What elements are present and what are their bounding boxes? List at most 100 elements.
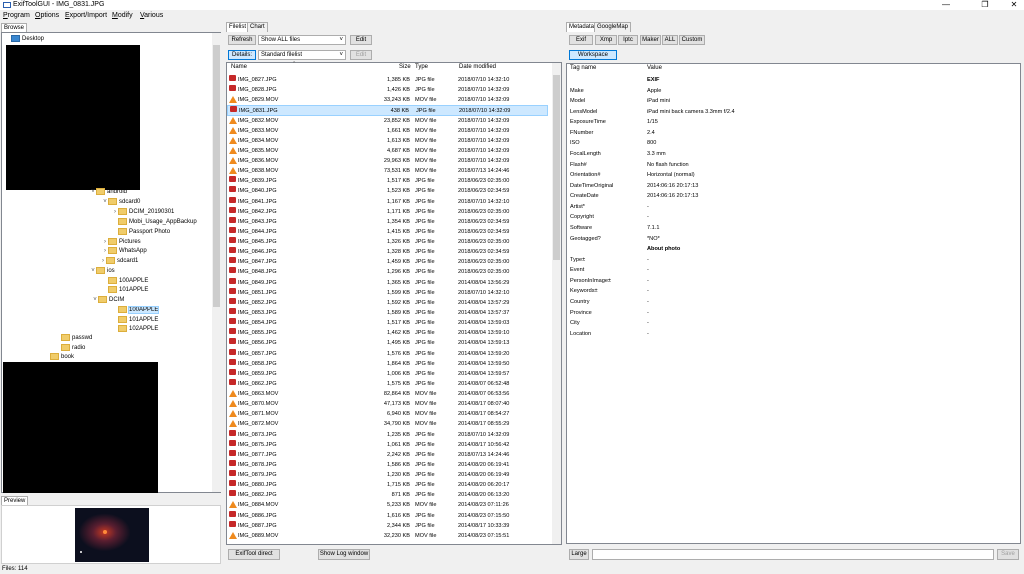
tab-filelist[interactable]: Filelist: [226, 22, 250, 32]
metadata-row[interactable]: DateTimeOriginal 2014:06:16 20:17:13: [567, 181, 949, 192]
file-row[interactable]: IMG_0863.MOV 82,864 KB MOV file 2014/08/07 …: [227, 389, 548, 399]
file-row[interactable]: IMG_0853.JPG 1,589 KB JPG file 2014/08/04 1…: [227, 307, 548, 318]
file-row[interactable]: IMG_0857.JPG 1,576 KB JPG file 2014/08/04 1…: [227, 348, 548, 359]
file-row[interactable]: IMG_0846.JPG 1,328 KB JPG file 2018/06/23 0…: [227, 247, 548, 257]
file-row[interactable]: IMG_0841.JPG 1,167 KB JPG file 2018/07/10 1…: [227, 196, 548, 207]
col-name[interactable]: Name: [231, 63, 247, 72]
file-row[interactable]: IMG_0838.MOV 73,531 KB MOV file 2018/07/13 …: [227, 166, 548, 176]
file-row[interactable]: IMG_0839.JPG 1,517 KB JPG file 2018/06/23 0…: [227, 176, 548, 186]
file-row[interactable]: IMG_0844.JPG 1,415 KB JPG file 2018/06/23 0…: [227, 226, 548, 237]
tab-googlemap[interactable]: GoogleMap: [594, 22, 632, 32]
tree-item[interactable]: book: [44, 352, 74, 362]
xmp-button[interactable]: Xmp: [595, 35, 617, 45]
filter-edit-button[interactable]: Edit: [350, 35, 372, 45]
file-row[interactable]: IMG_0848.JPG 1,296 KB JPG file 2018/06/23 0…: [227, 267, 548, 277]
file-row[interactable]: IMG_0862.JPG 1,575 KB JPG file 2014/08/07 0…: [227, 378, 548, 389]
tree-item[interactable]: Desktop: [5, 34, 44, 44]
tree-scrollbar[interactable]: [212, 33, 221, 492]
exif-button[interactable]: Exif: [569, 35, 593, 45]
file-row[interactable]: IMG_0834.MOV 1,613 KB MOV file 2018/07/10 1…: [227, 136, 548, 146]
workspace-button[interactable]: Workspace: [569, 50, 617, 60]
col-tag-name[interactable]: Tag name: [570, 64, 596, 73]
col-type[interactable]: Type: [415, 63, 428, 72]
col-date[interactable]: Date modified: [459, 63, 496, 72]
metadata-row[interactable]: ExposureTime 1/15: [567, 117, 949, 128]
file-row[interactable]: IMG_0833.MOV 1,661 KB MOV file 2018/07/10 1…: [227, 126, 548, 136]
tree-item[interactable]: ˅ android: [90, 187, 127, 197]
metadata-row[interactable]: Artist* -: [567, 202, 949, 213]
minimize-icon[interactable]: —: [936, 0, 956, 10]
file-row[interactable]: IMG_0849.JPG 1,365 KB JPG file 2014/08/04 1…: [227, 277, 548, 288]
tree-item[interactable]: 100APPLE: [112, 305, 160, 315]
file-row[interactable]: IMG_0858.JPG 1,864 KB JPG file 2014/08/04 1…: [227, 358, 548, 369]
file-list-scrollbar[interactable]: [552, 63, 561, 544]
file-row[interactable]: IMG_0855.JPG 1,462 KB JPG file 2014/08/04 1…: [227, 328, 548, 338]
col-value[interactable]: Value: [647, 64, 662, 73]
metadata-row[interactable]: Type± -: [567, 255, 949, 266]
metadata-row[interactable]: Event -: [567, 265, 949, 276]
metadata-row[interactable]: Geotagged? *NO*: [567, 234, 949, 245]
file-row[interactable]: IMG_0880.JPG 1,715 KB JPG file 2014/08/20 0…: [227, 480, 548, 490]
maximize-icon[interactable]: ❐: [975, 0, 995, 10]
iptc-button[interactable]: Iptc: [618, 35, 638, 45]
tree-item[interactable]: Mobi_Usage_AppBackup: [112, 217, 197, 227]
menu-program[interactable]: Program: [3, 12, 30, 19]
metadata-row[interactable]: PersonInImage± -: [567, 276, 949, 287]
metadata-row[interactable]: Software 7.1.1: [567, 223, 949, 234]
file-row[interactable]: IMG_0840.JPG 1,523 KB JPG file 2018/06/23 0…: [227, 186, 548, 196]
tree-item[interactable]: Passport Photo: [112, 227, 170, 237]
menu-export-import[interactable]: Export/Import: [65, 12, 107, 19]
metadata-row[interactable]: Province -: [567, 308, 949, 319]
close-icon[interactable]: ✕: [1004, 0, 1024, 10]
file-row[interactable]: IMG_0842.JPG 1,171 KB JPG file 2018/06/23 0…: [227, 206, 548, 217]
metadata-row[interactable]: Make Apple: [567, 86, 949, 97]
metadata-row[interactable]: LensModel iPad mini back camera 3.3mm f/2…: [567, 107, 949, 118]
file-row[interactable]: IMG_0870.MOV 47,173 KB MOV file 2014/08/17 …: [227, 399, 548, 409]
metadata-value-input[interactable]: [592, 549, 994, 560]
exiftool-direct-button[interactable]: ExifTool direct: [228, 549, 280, 560]
filter-select[interactable]: Show ALL files ˅: [258, 35, 346, 45]
file-row[interactable]: IMG_0878.JPG 1,586 KB JPG file 2014/08/20 0…: [227, 459, 548, 470]
metadata-row[interactable]: Country -: [567, 297, 949, 308]
file-row[interactable]: IMG_0836.MOV 29,963 KB MOV file 2018/07/10 …: [227, 156, 548, 166]
tab-chart[interactable]: Chart: [247, 22, 268, 32]
file-row[interactable]: IMG_0852.JPG 1,592 KB JPG file 2014/08/04 1…: [227, 297, 548, 308]
metadata-row[interactable]: CreateDate 2014:06:16 20:17:13: [567, 191, 949, 202]
metadata-grid[interactable]: Tag name Value EXIF Make Apple Model iPad mi…: [566, 63, 1021, 544]
file-row[interactable]: IMG_0882.JPG 871 KB JPG file 2014/08/20 06:…: [227, 490, 548, 500]
fileview-edit-button[interactable]: Edit: [350, 50, 372, 60]
metadata-row[interactable]: Orientation# Horizontal (normal): [567, 170, 949, 181]
file-row[interactable]: IMG_0832.MOV 23,852 KB MOV file 2018/07/10 …: [227, 116, 548, 126]
tree-item[interactable]: › sdcard1: [100, 256, 138, 266]
folder-tree[interactable]: Desktop ˅ android ˅ sdcard0 › DCIM_20190301 Mob…: [1, 32, 221, 493]
metadata-row[interactable]: Copyright -: [567, 212, 949, 223]
tree-item[interactable]: 101APPLE: [102, 285, 148, 295]
file-row[interactable]: IMG_0887.JPG 2,344 KB JPG file 2014/08/17 1…: [227, 520, 548, 531]
col-size[interactable]: Size: [399, 63, 411, 72]
file-row[interactable]: IMG_0886.JPG 1,616 KB JPG file 2014/08/23 0…: [227, 510, 548, 521]
file-row[interactable]: IMG_0851.JPG 1,599 KB JPG file 2018/07/10 1…: [227, 287, 548, 298]
tree-item[interactable]: 102APPLE: [112, 324, 158, 334]
maker-button[interactable]: Maker: [640, 35, 661, 45]
details-button[interactable]: Details:: [228, 50, 256, 60]
large-button[interactable]: Large: [569, 549, 589, 560]
file-row[interactable]: IMG_0847.JPG 1,459 KB JPG file 2018/06/23 0…: [227, 257, 548, 267]
tree-item[interactable]: passwd: [55, 333, 92, 343]
tab-metadata[interactable]: Metadata: [566, 22, 598, 32]
metadata-row[interactable]: About photo: [567, 244, 949, 255]
tree-item[interactable]: › WhatsApp: [102, 246, 147, 256]
file-row[interactable]: IMG_0831.JPG 438 KB JPG file 2018/07/10 14:…: [227, 105, 548, 116]
fileview-select[interactable]: Standard filelist ˅: [258, 50, 346, 60]
all-button[interactable]: ALL: [662, 35, 678, 45]
file-row[interactable]: IMG_0871.MOV 6,940 KB MOV file 2014/08/17 0…: [227, 409, 548, 419]
file-row[interactable]: IMG_0877.JPG 2,242 KB JPG file 2018/07/13 1…: [227, 449, 548, 460]
metadata-row[interactable]: ISO 800: [567, 138, 949, 149]
menu-various[interactable]: Various: [140, 12, 163, 19]
file-row[interactable]: IMG_0859.JPG 1,006 KB JPG file 2014/08/04 1…: [227, 368, 548, 379]
show-log-button[interactable]: Show Log window: [318, 549, 370, 560]
file-list[interactable]: Name Size Type Date modified ^ IMG_0827.…: [226, 61, 562, 545]
file-row[interactable]: IMG_0879.JPG 1,230 KB JPG file 2014/08/20 0…: [227, 470, 548, 480]
file-row[interactable]: IMG_0856.JPG 1,495 KB JPG file 2014/08/04 1…: [227, 338, 548, 348]
tree-item[interactable]: › DCIM_20190301: [112, 207, 174, 217]
file-row[interactable]: IMG_0828.JPG 1,426 KB JPG file 2018/07/10 1…: [227, 85, 548, 95]
